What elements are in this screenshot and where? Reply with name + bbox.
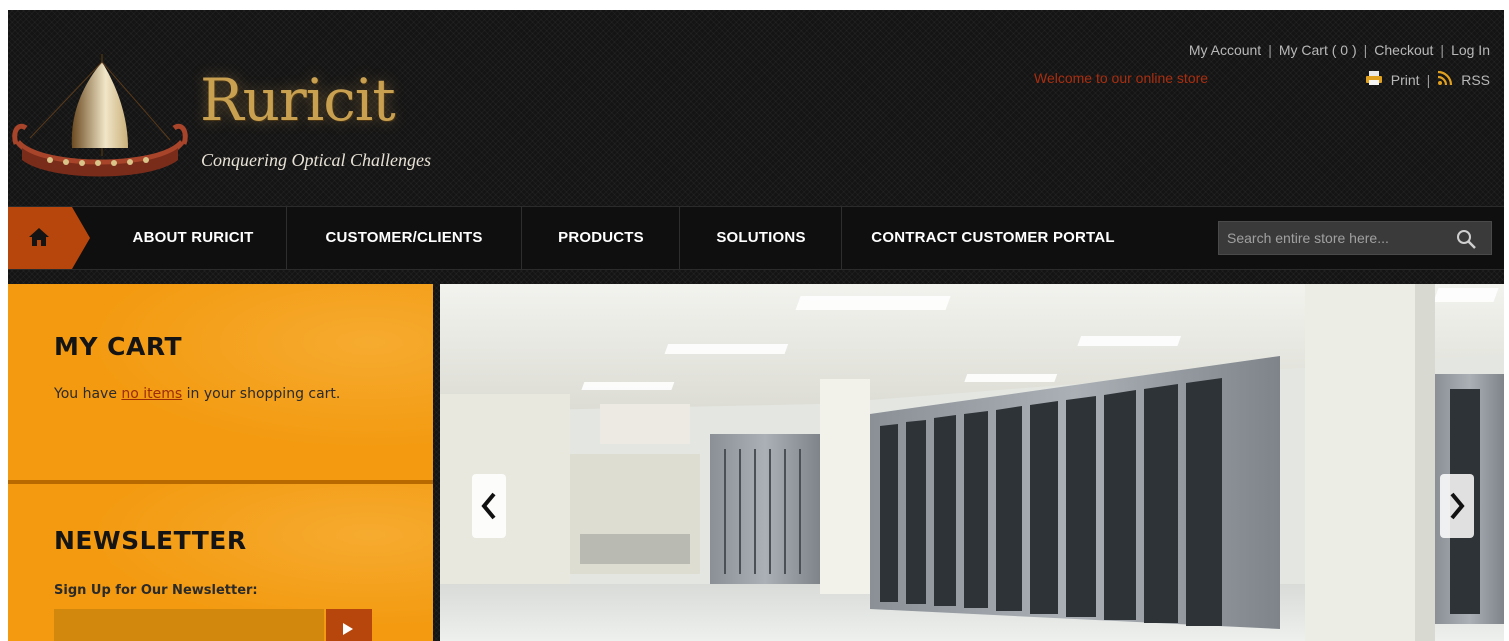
ship-logo-icon [12,54,188,177]
log-in-link[interactable]: Log In [1451,42,1490,58]
play-arrow-icon [343,623,353,635]
chevron-right-icon [1450,492,1465,520]
separator: | [1363,42,1368,58]
page-frame: Ruricit Conquering Optical Challenges My… [8,10,1504,641]
my-cart-block: MY CART You have no items in your shoppi… [8,284,433,480]
search-icon[interactable] [1455,228,1477,255]
nav-customer-clients[interactable]: CUSTOMER/CLIENTS [288,207,520,269]
rss-icon [1437,70,1453,89]
rss-link[interactable]: RSS [1461,72,1490,88]
my-cart-link[interactable]: My Cart ( 0 ) [1279,42,1357,58]
search-input[interactable] [1219,222,1451,254]
nav-contract-customer-portal[interactable]: CONTRACT CUSTOMER PORTAL [843,207,1143,269]
nav-about-ruricit[interactable]: ABOUT RURICIT [103,207,283,269]
account-links: My Account | My Cart ( 0 ) | Checkout | … [1189,42,1490,58]
nav-divider [679,207,680,269]
home-button[interactable] [8,207,90,269]
home-icon [29,228,49,246]
separator: | [1426,71,1431,88]
hero-slider [440,284,1504,641]
separator: | [1268,42,1272,58]
printer-icon [1365,70,1383,89]
slider-prev-button[interactable] [472,474,506,538]
newsletter-label: Sign Up for Our Newsletter: [54,583,258,598]
nav-divider [286,207,287,269]
slider-next-button[interactable] [1440,474,1474,538]
cart-text-after: in your shopping cart. [182,386,341,402]
site-logo[interactable]: Ruricit Conquering Optical Challenges [8,40,478,190]
my-account-link[interactable]: My Account [1189,42,1261,58]
checkout-link[interactable]: Checkout [1374,42,1433,58]
separator: | [1440,42,1445,58]
chevron-left-icon [481,492,496,520]
cart-message: You have no items in your shopping cart. [54,384,384,405]
cart-items-link[interactable]: no items [121,386,182,402]
brand-tagline: Conquering Optical Challenges [201,150,431,170]
newsletter-submit-button[interactable] [326,609,372,641]
search-box [1218,221,1492,255]
cart-text-before: You have [54,386,122,402]
brand-name: Ruricit [200,66,396,134]
newsletter-title: NEWSLETTER [54,526,247,555]
welcome-message: Welcome to our online store [1034,70,1209,86]
main-navigation: ABOUT RURICIT CUSTOMER/CLIENTS PRODUCTS … [8,206,1504,270]
cart-title: MY CART [54,332,183,361]
newsletter-email-input[interactable] [54,609,324,641]
nav-products[interactable]: PRODUCTS [523,207,679,269]
nav-divider [841,207,842,269]
utility-links: Print | RSS [1365,70,1490,89]
nav-divider [521,207,522,269]
print-link[interactable]: Print [1391,72,1420,88]
nav-solutions[interactable]: SOLUTIONS [681,207,841,269]
server-room-image [440,284,1504,641]
newsletter-block: NEWSLETTER Sign Up for Our Newsletter: [8,484,433,641]
